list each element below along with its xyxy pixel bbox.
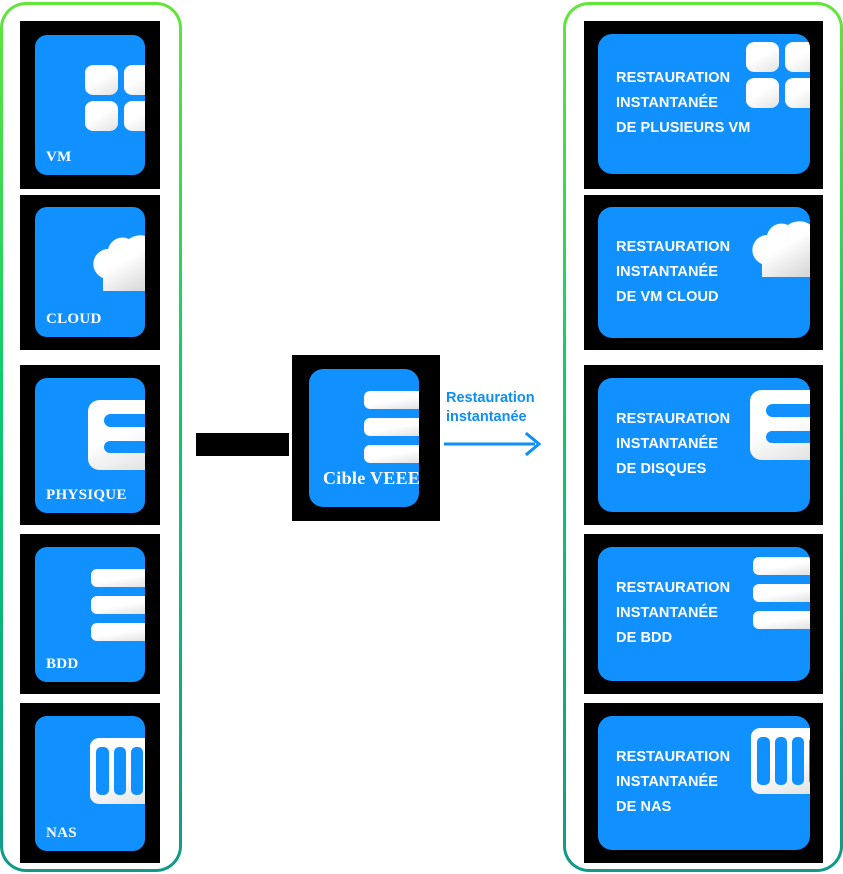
target-card-cloud-vm: RESTAURATION INSTANTANÉE DE VM CLOUD xyxy=(598,207,810,338)
target-line1: RESTAURATION xyxy=(616,580,731,597)
source-card-physique: PHYSIQUE xyxy=(35,378,145,513)
source-card-nas: NAS xyxy=(35,716,145,851)
source-label-cloud: CLOUD xyxy=(46,311,102,328)
center-card-label-line2: VEEEAM xyxy=(370,467,419,488)
database-bars-icon xyxy=(753,557,810,629)
target-text-cloud-vm: RESTAURATION INSTANTANÉE DE VM CLOUD xyxy=(616,235,730,311)
arrow-right-icon xyxy=(444,431,542,457)
target-line2: INSTANTANÉE xyxy=(616,605,719,622)
center-card-label: Cible VEEEAM xyxy=(323,468,419,489)
target-line1: RESTAURATION xyxy=(616,70,731,87)
target-line3: DE DISQUES xyxy=(616,461,707,478)
target-tile-disks[interactable]: RESTAURATION INSTANTANÉE DE DISQUES xyxy=(584,365,823,525)
target-card-nas: RESTAURATION INSTANTANÉE DE NAS xyxy=(598,716,810,850)
target-line2: INSTANTANÉE xyxy=(616,95,719,112)
source-card-cloud: CLOUD xyxy=(35,207,145,337)
nas-bays-icon xyxy=(751,728,810,794)
sources-group-inner: VM CLOUD PHYSIQUE BDD NAS xyxy=(3,5,179,869)
target-line2: INSTANTANÉE xyxy=(616,774,719,791)
center-card-label-line1: Cible xyxy=(323,467,366,488)
target-card-multi-vm: RESTAURATION INSTANTANÉE DE PLUSIEURS VM xyxy=(598,34,810,174)
database-bars-icon xyxy=(91,569,145,641)
nas-bays-icon xyxy=(90,738,145,804)
diagram-canvas: VM CLOUD PHYSIQUE BDD NAS Cible VEEE Res… xyxy=(0,0,843,874)
target-card-disks: RESTAURATION INSTANTANÉE DE DISQUES xyxy=(598,378,810,512)
server-e-icon xyxy=(88,400,145,470)
target-tile-multi-vm[interactable]: RESTAURATION INSTANTANÉE DE PLUSIEURS VM xyxy=(584,21,823,189)
targets-group-inner: RESTAURATION INSTANTANÉE DE PLUSIEURS VM xyxy=(566,5,840,869)
target-text-nas: RESTAURATION INSTANTANÉE DE NAS xyxy=(616,745,730,821)
target-line1: RESTAURATION xyxy=(616,238,731,255)
database-bars-icon xyxy=(364,391,419,463)
target-text-multi-vm: RESTAURATION INSTANTANÉE DE PLUSIEURS VM xyxy=(616,66,750,142)
vm-grid-icon xyxy=(746,42,810,108)
arrow-caption-line1: Restauration xyxy=(446,390,535,406)
source-tile-nas[interactable]: NAS xyxy=(20,703,160,863)
arrow-caption: Restauration instantanée xyxy=(446,389,535,426)
target-tile-cloud-vm[interactable]: RESTAURATION INSTANTANÉE DE VM CLOUD xyxy=(584,195,823,350)
server-e-icon xyxy=(750,390,810,460)
target-text-bdd: RESTAURATION INSTANTANÉE DE BDD xyxy=(616,576,730,652)
target-tile-bdd[interactable]: RESTAURATION INSTANTANÉE DE BDD xyxy=(584,534,823,694)
center-tile-veeam[interactable]: Cible VEEEAM xyxy=(292,355,440,521)
target-line2: INSTANTANÉE xyxy=(616,436,719,453)
target-text-disks: RESTAURATION INSTANTANÉE DE DISQUES xyxy=(616,407,730,483)
source-tile-cloud[interactable]: CLOUD xyxy=(20,195,160,350)
source-tile-bdd[interactable]: BDD xyxy=(20,534,160,694)
center-card-veeam: Cible VEEEAM xyxy=(309,369,419,507)
cloud-icon xyxy=(752,221,810,277)
target-line2: INSTANTANÉE xyxy=(616,263,719,280)
target-line1: RESTAURATION xyxy=(616,749,731,766)
source-tile-vm[interactable]: VM xyxy=(20,21,160,189)
target-line3: DE VM CLOUD xyxy=(616,289,719,306)
target-line1: RESTAURATION xyxy=(616,411,731,428)
target-line3: DE NAS xyxy=(616,799,672,816)
target-tile-nas[interactable]: RESTAURATION INSTANTANÉE DE NAS xyxy=(584,703,823,863)
targets-group-frame: RESTAURATION INSTANTANÉE DE PLUSIEURS VM xyxy=(563,2,843,872)
source-card-vm: VM xyxy=(35,35,145,175)
sources-group-frame: VM CLOUD PHYSIQUE BDD NAS xyxy=(0,2,182,872)
arrow-caption-line2: instantanée xyxy=(446,408,527,425)
source-label-bdd: BDD xyxy=(46,656,79,673)
target-line3: DE PLUSIEURS VM xyxy=(616,120,751,137)
cloud-icon xyxy=(93,235,145,291)
target-line3: DE BDD xyxy=(616,630,673,647)
target-card-bdd: RESTAURATION INSTANTANÉE DE BDD xyxy=(598,547,810,681)
source-label-physique: PHYSIQUE xyxy=(46,487,127,504)
source-label-vm: VM xyxy=(46,149,72,166)
black-bar-connector xyxy=(196,433,289,456)
source-label-nas: NAS xyxy=(46,825,77,842)
vm-grid-icon xyxy=(85,65,145,131)
source-tile-physique[interactable]: PHYSIQUE xyxy=(20,365,160,525)
source-card-bdd: BDD xyxy=(35,547,145,682)
